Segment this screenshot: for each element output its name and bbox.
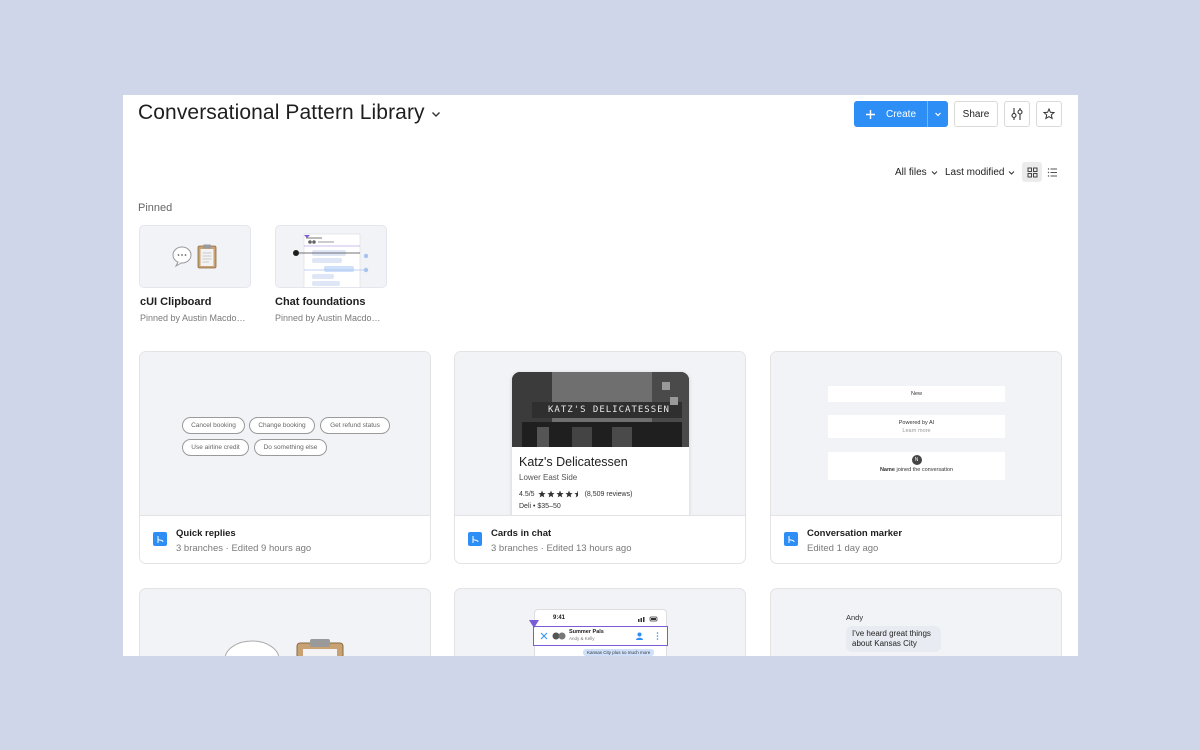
file-card[interactable]: Andy I've heard great things about Kansa… — [770, 588, 1062, 656]
joined-text: joined the conversation — [894, 467, 954, 473]
joined-name: Name — [879, 467, 895, 473]
chat-header: Summer Pals Andy & Kelly — [533, 626, 668, 646]
join-marker: N Name joined the conversation — [828, 452, 1005, 480]
pinned-item-name[interactable]: Chat foundations — [275, 296, 365, 308]
chat-foundations-illustration — [293, 233, 369, 287]
clipboard-illustration — [224, 639, 344, 656]
sort-label: Last modified — [945, 167, 1005, 178]
page-title: Conversational Pattern Library — [138, 101, 425, 124]
grid-icon — [1027, 167, 1037, 177]
list-view-button[interactable] — [1042, 162, 1062, 182]
place-info: Deli • $35–50 — [519, 503, 561, 510]
message-bubble: I've heard great things about Kansas Cit… — [846, 626, 941, 652]
settings-button[interactable] — [1004, 101, 1030, 127]
create-button-label: Create — [886, 108, 917, 120]
file-card[interactable]: KATZ'S DELICATESSEN Katz's Delicatessen … — [454, 351, 746, 564]
create-dropdown-toggle[interactable] — [927, 101, 948, 127]
sort-dropdown[interactable]: Last modified — [945, 167, 1015, 178]
file-card[interactable]: New Powered by AI Learn more N Name join… — [770, 351, 1062, 564]
favorite-button[interactable] — [1036, 101, 1062, 127]
file-thumbnail: Cancel booking Change booking Get refund… — [140, 352, 430, 516]
close-icon[interactable] — [540, 632, 548, 640]
new-marker-label: New — [910, 391, 922, 397]
file-thumbnail: KATZ'S DELICATESSEN Katz's Delicatessen … — [455, 352, 745, 516]
file-browser-window: Conversational Pattern Library Create Sh… — [123, 95, 1078, 656]
quick-reply-chip: Use airline credit — [182, 439, 249, 456]
file-meta: 3 branches · Edited 13 hours ago — [491, 543, 632, 554]
review-count: (8,509 reviews) — [584, 490, 633, 498]
add-person-icon[interactable] — [636, 632, 645, 640]
view-toggle — [1022, 162, 1062, 182]
pinned-item-thumbnail[interactable] — [139, 225, 251, 288]
chevron-down-icon — [935, 112, 941, 117]
place-area: Lower East Side — [519, 473, 578, 482]
file-thumbnail: New Powered by AI Learn more N Name join… — [771, 352, 1061, 516]
pinned-item-sub: Pinned by Austin Macdo… — [275, 313, 381, 323]
branch-icon — [784, 532, 798, 546]
file-name: Cards in chat — [491, 528, 552, 539]
place-title: Katz's Delicatessen — [519, 455, 628, 469]
chevron-down-icon — [931, 171, 938, 175]
share-button[interactable]: Share — [954, 101, 998, 127]
create-button[interactable]: Create — [854, 101, 948, 127]
quick-reply-chip: Change booking — [249, 417, 315, 434]
file-meta: 3 branches · Edited 9 hours ago — [176, 543, 312, 554]
avatar: N — [911, 455, 922, 465]
ai-marker: Powered by AI Learn more — [828, 415, 1005, 438]
pinned-section-label: Pinned — [138, 202, 173, 214]
group-name: Summer Pals — [569, 629, 604, 635]
ai-marker-label: Powered by AI — [898, 420, 935, 426]
selection-marker-icon — [529, 620, 539, 628]
file-card[interactable]: Cancel booking Change booking Get refund… — [139, 351, 431, 564]
place-sign-text: KATZ'S DELICATESSEN — [548, 405, 670, 415]
grid-view-button[interactable] — [1022, 162, 1042, 182]
place-photo: KATZ'S DELICATESSEN — [512, 372, 689, 447]
file-meta: Edited 1 day ago — [807, 543, 879, 554]
more-icon[interactable] — [656, 632, 659, 640]
chevron-down-icon — [1009, 171, 1015, 175]
place-rating: 4.5/5 (8,509 reviews) — [519, 490, 632, 498]
star-rating-icon — [537, 490, 578, 498]
group-avatar — [552, 632, 566, 640]
file-card[interactable] — [139, 588, 431, 656]
message-bubble: Kansas City plus so much more — [583, 649, 655, 656]
file-name: Quick replies — [176, 528, 236, 539]
quick-reply-chip: Do something else — [254, 439, 327, 456]
new-marker: New — [828, 386, 1005, 402]
status-icons — [638, 616, 658, 622]
pinned-item-thumbnail[interactable] — [275, 225, 387, 288]
group-members: Andy & Kelly — [569, 636, 595, 641]
pinned-item-name[interactable]: cUI Clipboard — [140, 296, 212, 308]
phone-preview: 9:41 Summer Pals Andy & Kelly Kansas Cit… — [529, 609, 668, 656]
file-card[interactable]: 9:41 Summer Pals Andy & Kelly Kansas Cit… — [454, 588, 746, 656]
file-filter-label: All files — [895, 167, 927, 178]
place-card-preview: KATZ'S DELICATESSEN Katz's Delicatessen … — [512, 372, 689, 515]
rating-value: 4.5/5 — [519, 490, 535, 498]
branch-icon — [468, 532, 482, 546]
ai-learn-more: Learn more — [902, 428, 931, 434]
list-icon — [1047, 167, 1057, 177]
star-icon — [1043, 108, 1055, 120]
clipboard-illustration — [172, 244, 217, 269]
file-filter-dropdown[interactable]: All files — [895, 167, 938, 178]
sliders-icon — [1011, 108, 1023, 120]
quick-reply-chip: Cancel booking — [182, 417, 245, 434]
chevron-down-icon[interactable] — [429, 107, 443, 121]
file-name: Conversation marker — [807, 528, 903, 539]
branch-icon — [153, 532, 167, 546]
pinned-item-sub: Pinned by Austin Macdo… — [140, 313, 246, 323]
phone-time: 9:41 — [553, 615, 566, 621]
sender-name: Andy — [846, 613, 864, 622]
quick-reply-chip: Get refund status — [320, 417, 390, 434]
plus-icon — [854, 101, 886, 127]
